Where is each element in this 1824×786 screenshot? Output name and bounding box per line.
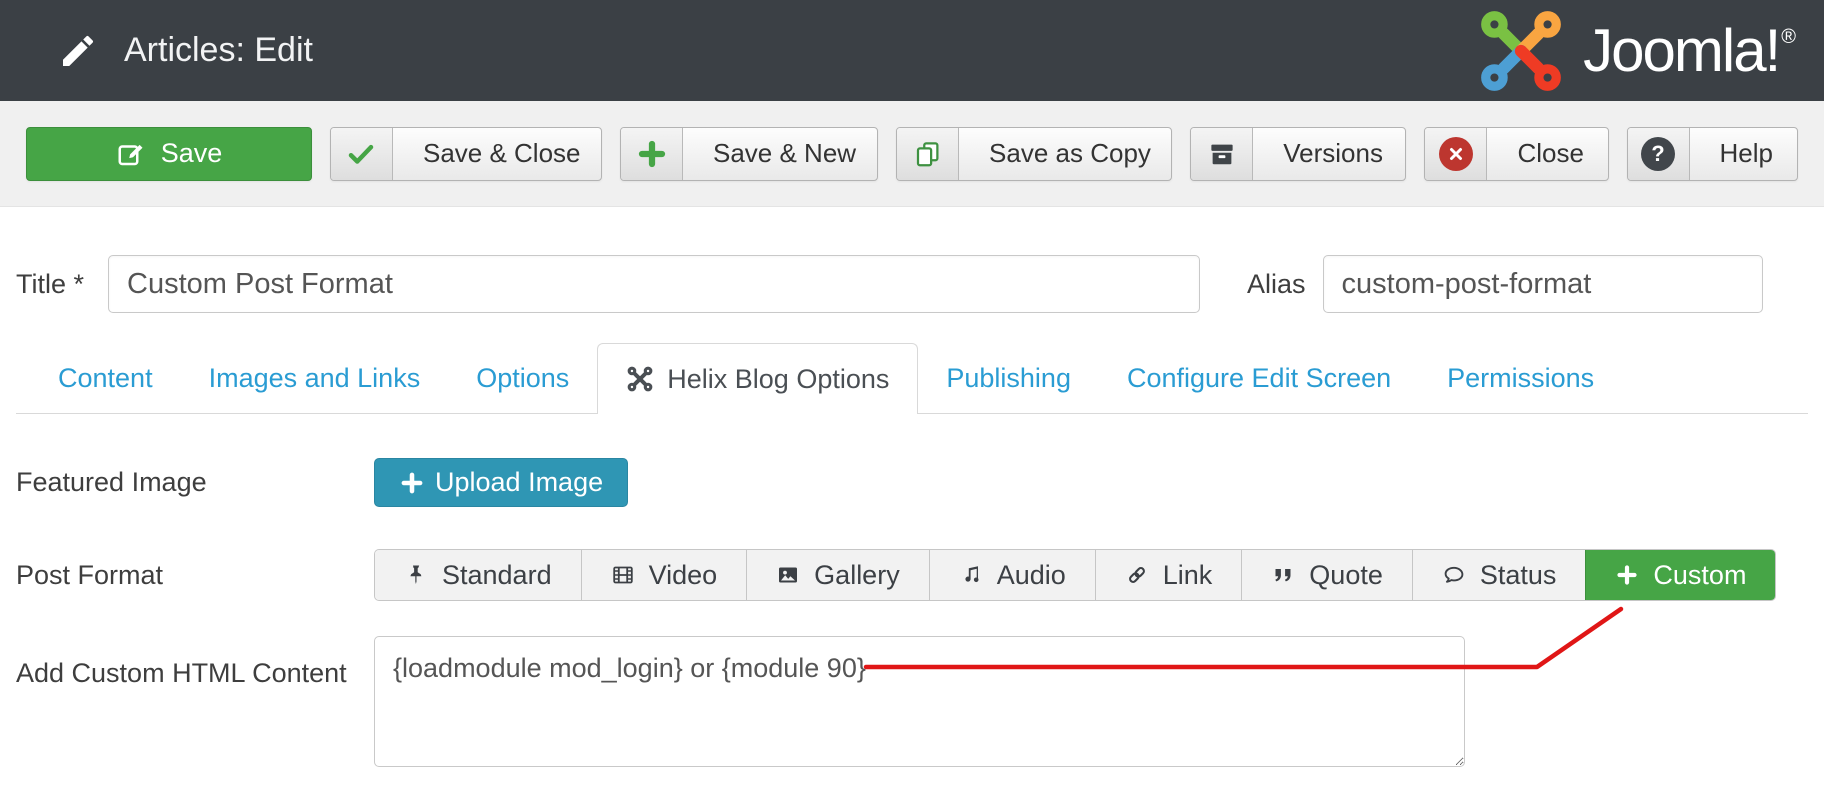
registered-mark: ® xyxy=(1781,26,1794,48)
music-note-icon xyxy=(959,563,983,587)
question-icon: ? xyxy=(1628,128,1690,180)
pencil-square-icon xyxy=(116,139,146,169)
tab-permissions[interactable]: Permissions xyxy=(1419,343,1622,413)
joomla-wordmark: Joomla!® xyxy=(1583,16,1794,85)
copy-icon xyxy=(897,128,959,180)
help-button[interactable]: ? Help xyxy=(1627,127,1799,181)
plus-icon xyxy=(621,128,683,180)
plus-icon xyxy=(1615,563,1639,587)
post-format-row: Post Format Standard Video xyxy=(16,549,1808,601)
plus-icon xyxy=(399,470,425,496)
quote-icon xyxy=(1271,563,1295,587)
tab-publishing[interactable]: Publishing xyxy=(918,343,1099,413)
save-label: Save xyxy=(161,138,223,169)
save-close-button[interactable]: Save & Close xyxy=(330,127,602,181)
tab-options[interactable]: Options xyxy=(448,343,597,413)
joomla-icon xyxy=(626,366,654,392)
save-new-label: Save & New xyxy=(683,138,878,169)
save-new-button[interactable]: Save & New xyxy=(620,127,878,181)
picture-icon xyxy=(776,563,800,587)
help-label: Help xyxy=(1690,138,1799,169)
format-video-label: Video xyxy=(649,560,718,591)
archive-icon xyxy=(1191,128,1253,180)
upload-image-label: Upload Image xyxy=(435,467,603,498)
edit-form: Title * Alias Content Images and Links O… xyxy=(0,255,1824,767)
close-button[interactable]: Close xyxy=(1424,127,1608,181)
format-link-button[interactable]: Link xyxy=(1095,550,1242,600)
tab-bar: Content Images and Links Options Helix B… xyxy=(16,343,1808,414)
app-header: Articles: Edit Joomla!® xyxy=(0,0,1824,101)
format-standard-label: Standard xyxy=(442,560,552,591)
check-icon xyxy=(331,128,393,180)
tab-helix-label: Helix Blog Options xyxy=(667,364,889,395)
custom-html-label: Add Custom HTML Content xyxy=(16,658,374,689)
format-custom-label: Custom xyxy=(1653,560,1746,591)
versions-label: Versions xyxy=(1253,138,1406,169)
title-label: Title * xyxy=(16,269,108,300)
format-audio-label: Audio xyxy=(997,560,1066,591)
custom-html-row: Add Custom HTML Content {loadmodule mod_… xyxy=(16,636,1808,767)
pushpin-icon xyxy=(404,563,428,587)
tab-content[interactable]: Content xyxy=(30,343,181,413)
alias-input[interactable] xyxy=(1323,255,1763,313)
edit-pencil-icon xyxy=(58,31,98,71)
save-copy-button[interactable]: Save as Copy xyxy=(896,127,1172,181)
versions-button[interactable]: Versions xyxy=(1190,127,1406,181)
featured-image-row: Featured Image Upload Image xyxy=(16,458,1808,507)
upload-image-button[interactable]: Upload Image xyxy=(374,458,628,507)
save-button[interactable]: Save xyxy=(26,127,312,181)
featured-image-label: Featured Image xyxy=(16,467,374,498)
tab-images-and-links[interactable]: Images and Links xyxy=(181,343,449,413)
format-audio-button[interactable]: Audio xyxy=(929,550,1095,600)
joomla-symbol-icon xyxy=(1475,8,1567,94)
close-label: Close xyxy=(1487,138,1608,169)
format-link-label: Link xyxy=(1163,560,1213,591)
save-copy-label: Save as Copy xyxy=(959,138,1172,169)
speech-bubble-icon xyxy=(1442,563,1466,587)
format-gallery-label: Gallery xyxy=(814,560,900,591)
chain-link-icon xyxy=(1125,563,1149,587)
tab-helix-blog-options[interactable]: Helix Blog Options xyxy=(597,343,918,414)
format-custom-button[interactable]: Custom xyxy=(1585,550,1775,600)
save-close-label: Save & Close xyxy=(393,138,602,169)
format-quote-label: Quote xyxy=(1309,560,1383,591)
post-format-label: Post Format xyxy=(16,560,374,591)
post-format-group: Standard Video Gallery xyxy=(374,549,1776,601)
title-input[interactable] xyxy=(108,255,1200,313)
title-row: Title * Alias xyxy=(16,255,1808,313)
format-quote-button[interactable]: Quote xyxy=(1241,550,1412,600)
custom-html-textarea[interactable]: {loadmodule mod_login} or {module 90} xyxy=(374,636,1465,767)
format-status-button[interactable]: Status xyxy=(1412,550,1586,600)
page-title: Articles: Edit xyxy=(124,31,313,70)
toolbar: Save Save & Close Save & New Save as Cop… xyxy=(0,101,1824,207)
joomla-logo: Joomla!® xyxy=(1475,8,1794,94)
format-video-button[interactable]: Video xyxy=(581,550,747,600)
tab-configure-edit-screen[interactable]: Configure Edit Screen xyxy=(1099,343,1419,413)
film-icon xyxy=(611,563,635,587)
format-gallery-button[interactable]: Gallery xyxy=(746,550,929,600)
format-status-label: Status xyxy=(1480,560,1557,591)
alias-label: Alias xyxy=(1247,269,1306,300)
close-x-icon xyxy=(1425,128,1487,180)
format-standard-button[interactable]: Standard xyxy=(375,550,581,600)
